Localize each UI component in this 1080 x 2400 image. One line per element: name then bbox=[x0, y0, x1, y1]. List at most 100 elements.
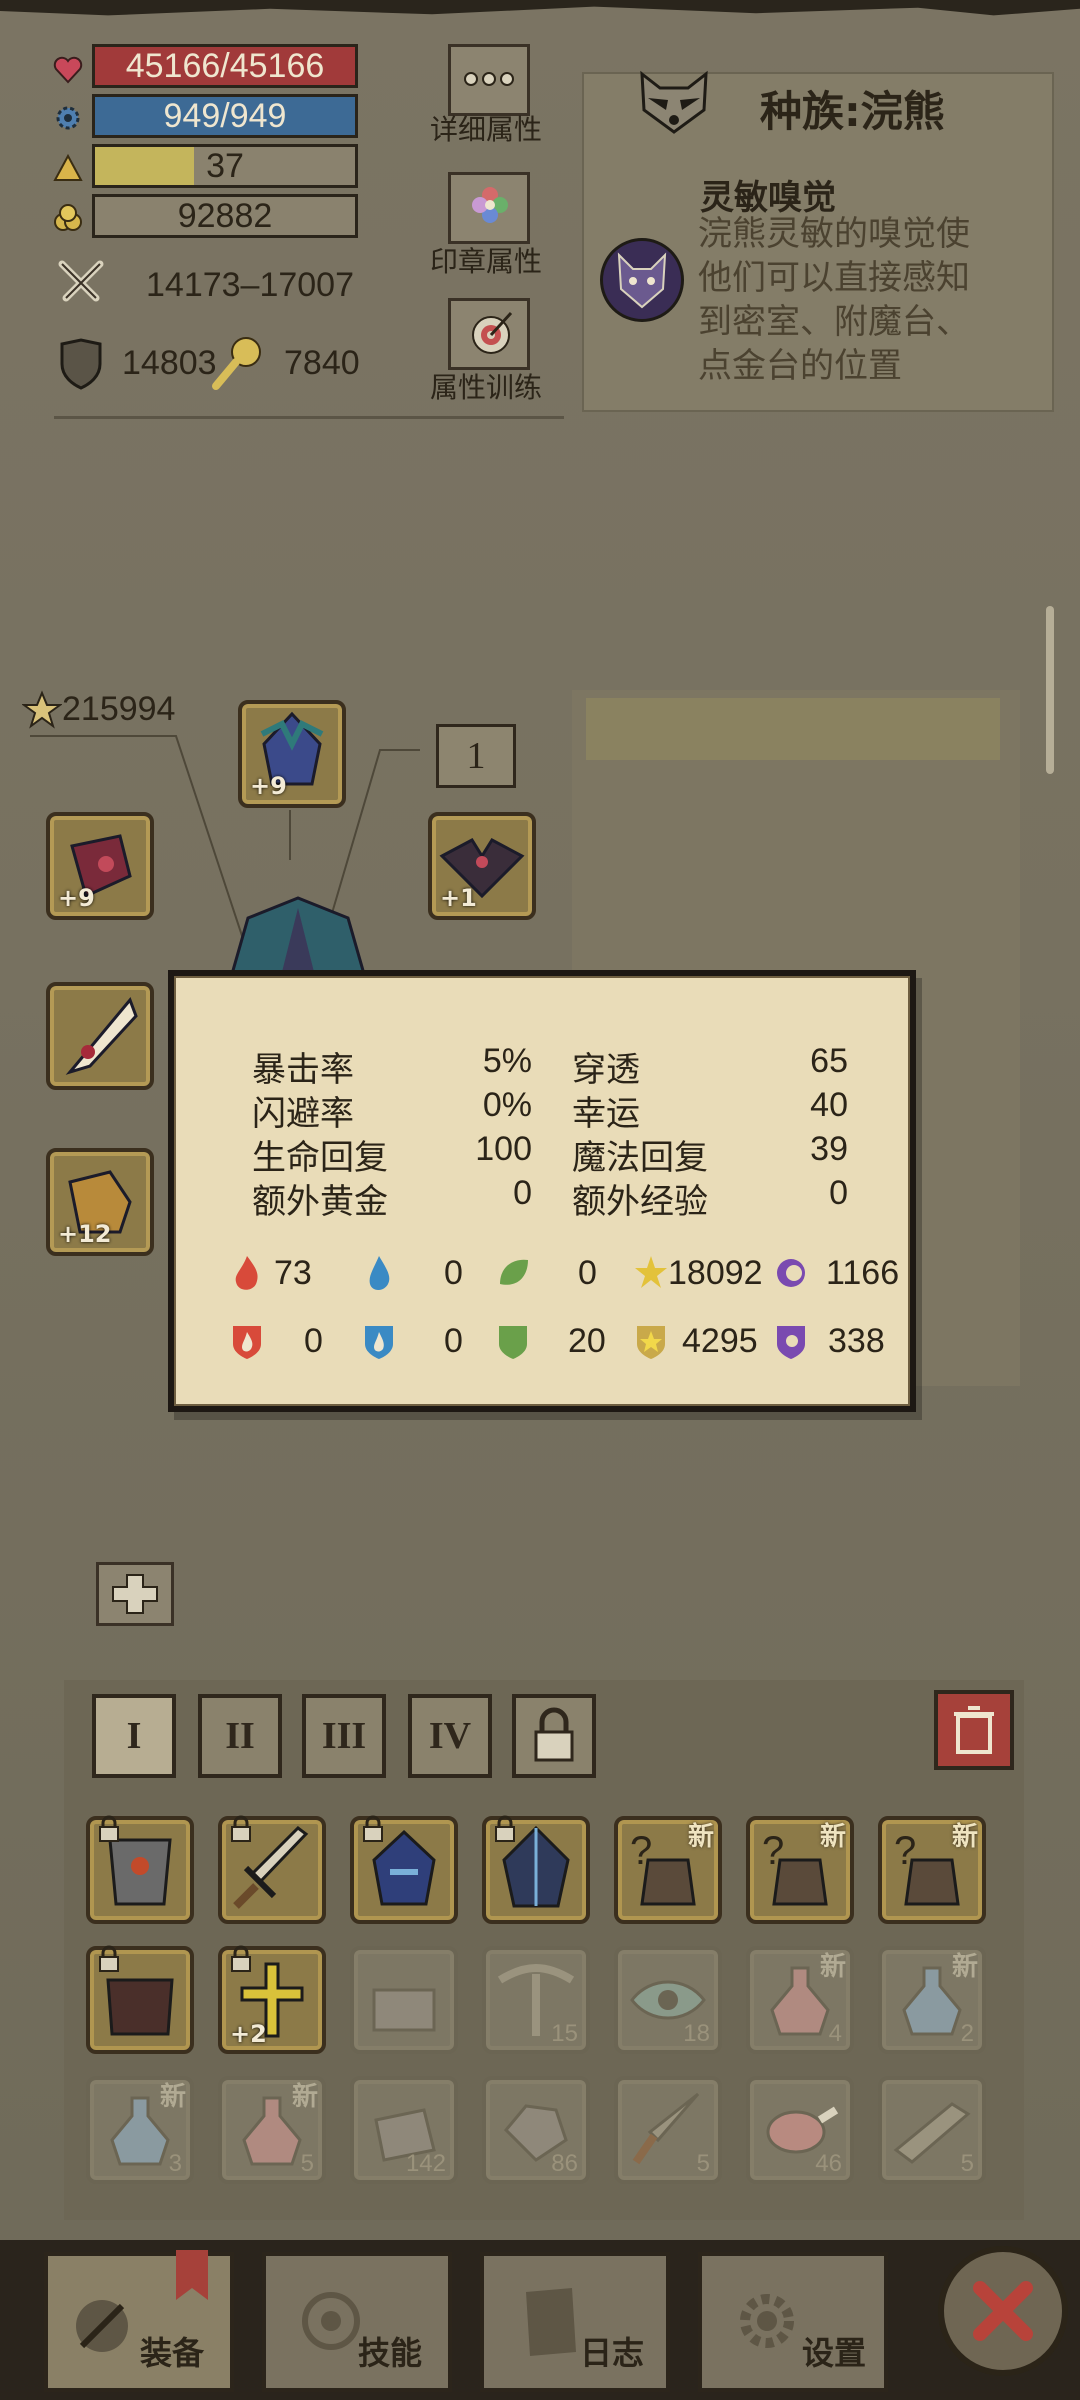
gold-bar: 92882 bbox=[92, 194, 358, 238]
light-attack-icon bbox=[635, 1256, 667, 1288]
new-badge: 新 bbox=[819, 1952, 846, 1982]
inventory-tab-locked[interactable] bbox=[512, 1694, 596, 1778]
inventory-item-mystery-2[interactable]: ? 新 bbox=[746, 1816, 854, 1924]
inventory-item-red-potion[interactable]: 新 4 bbox=[746, 1946, 854, 2054]
fire-resist-value: 0 bbox=[304, 1322, 323, 1360]
inventory-item-gloves[interactable] bbox=[86, 1945, 194, 2054]
helmet-enhance: +9 bbox=[250, 772, 287, 800]
inventory-item-dagger[interactable]: 5 bbox=[614, 2076, 722, 2184]
lock-icon bbox=[495, 1815, 515, 1842]
left-slot-1-enhance: +9 bbox=[58, 884, 95, 912]
raccoon-portrait-icon bbox=[617, 252, 667, 309]
inventory-item-mystery-1[interactable]: ? 新 bbox=[614, 1816, 722, 1924]
extra-gold-label: 额外黄金 bbox=[252, 1182, 388, 1222]
item-count: 5 bbox=[696, 2150, 710, 2177]
hp-regen-value: 100 bbox=[475, 1130, 532, 1168]
level-bar: 37 bbox=[92, 144, 358, 188]
attribute-training-button[interactable] bbox=[448, 298, 530, 370]
light-resist-value: 4295 bbox=[682, 1322, 758, 1360]
nav-skills-button[interactable]: 技能 bbox=[262, 2252, 452, 2392]
detail-attributes-button[interactable] bbox=[448, 44, 530, 116]
trash-icon bbox=[954, 1706, 994, 1754]
inventory-tab-1[interactable]: I bbox=[92, 1694, 176, 1778]
item-count: 46 bbox=[815, 2150, 842, 2177]
scroll-log-icon bbox=[526, 2288, 576, 2356]
inventory-item-blue-potion-2[interactable]: 新 3 bbox=[86, 2076, 194, 2184]
water-attack-icon bbox=[369, 1256, 390, 1290]
nav-settings-button[interactable]: 设置 bbox=[698, 2252, 888, 2392]
luck-label: 幸运 bbox=[572, 1094, 640, 1134]
dark-attack-icon bbox=[777, 1259, 805, 1287]
inventory-item-stone[interactable]: 142 bbox=[350, 2076, 458, 2184]
hp-value: 45166/45166 bbox=[125, 47, 325, 85]
lock-icon bbox=[231, 1815, 251, 1842]
amulet-enhance: +2 bbox=[230, 2020, 267, 2048]
svg-text:?: ? bbox=[762, 1829, 784, 1873]
nav-log-button[interactable]: 日志 bbox=[480, 2252, 670, 2392]
left-slot-1[interactable]: +9 bbox=[46, 812, 154, 920]
add-gem-button[interactable] bbox=[96, 1562, 174, 1626]
nature-resist-icon bbox=[499, 1326, 527, 1359]
level-value: 37 bbox=[206, 147, 244, 185]
new-badge: 新 bbox=[291, 2082, 318, 2112]
close-button[interactable] bbox=[938, 2246, 1068, 2376]
seal-attributes-label: 印章属性 bbox=[429, 245, 542, 278]
nature-attack-value: 0 bbox=[578, 1254, 597, 1292]
nav-log-label: 日志 bbox=[580, 2334, 645, 2372]
inventory-item-helmet-crystal[interactable] bbox=[482, 1815, 590, 1924]
item-count: 5 bbox=[960, 2150, 974, 2177]
lock-icon bbox=[534, 1707, 574, 1762]
inventory-item-armor[interactable] bbox=[86, 1815, 194, 1924]
nav-equip-label: 装备 bbox=[140, 2334, 205, 2372]
race-title: 种族:浣熊 bbox=[760, 87, 945, 136]
new-badge: 新 bbox=[951, 1952, 978, 1982]
attribute-training-label: 属性训练 bbox=[429, 371, 542, 404]
nav-equip-button[interactable]: 装备 bbox=[44, 2250, 234, 2392]
game-screen: 45166/45166 949/949 37 92882 14173–17007… bbox=[0, 0, 1080, 2400]
right-slot-1[interactable]: +1 bbox=[428, 812, 536, 920]
luck-value: 7840 bbox=[284, 344, 360, 382]
detail-attributes-label: 详细属性 bbox=[429, 113, 542, 146]
discard-button[interactable] bbox=[934, 1690, 1014, 1770]
skill-emblem-icon bbox=[302, 2292, 360, 2350]
attack-range: 14173–17007 bbox=[146, 266, 355, 304]
left-slot-2[interactable] bbox=[46, 982, 154, 1090]
inventory-item-mystery-3[interactable]: ? 新 bbox=[878, 1816, 986, 1924]
svg-text:?: ? bbox=[630, 1829, 652, 1873]
helmet-slot[interactable]: +9 bbox=[238, 700, 346, 808]
inventory-item-chest[interactable] bbox=[350, 1946, 458, 2054]
lock-icon bbox=[363, 1815, 383, 1842]
mp-regen-value: 39 bbox=[810, 1130, 848, 1168]
scrollbar[interactable] bbox=[1046, 606, 1054, 774]
inventory-item-ore[interactable]: 86 bbox=[482, 2076, 590, 2184]
light-attack-value: 18092 bbox=[668, 1254, 763, 1292]
dodge-label: 闪避率 bbox=[252, 1094, 354, 1134]
inventory-item-meat[interactable]: 46 bbox=[746, 2076, 854, 2184]
dark-attack-value: 1166 bbox=[826, 1254, 900, 1292]
inventory-item-blue-potion[interactable]: 新 2 bbox=[878, 1946, 986, 2054]
inventory-item-fish[interactable]: 5 bbox=[878, 2076, 986, 2184]
inspect-panel-header bbox=[586, 698, 1000, 760]
dodge-value: 0% bbox=[482, 1086, 532, 1124]
lock-icon bbox=[99, 1815, 119, 1842]
inventory-item-cross-amulet[interactable]: +2 bbox=[218, 1945, 326, 2054]
new-badge: 新 bbox=[951, 1822, 978, 1852]
seal-attributes-button[interactable] bbox=[448, 172, 530, 244]
more-dots-icon bbox=[464, 72, 514, 86]
cross-plus-icon bbox=[112, 1574, 158, 1614]
inventory-item-eye[interactable]: 18 bbox=[614, 1946, 722, 2054]
svg-text:?: ? bbox=[894, 1829, 916, 1873]
inventory-item-red-potion-2[interactable]: 新 5 bbox=[218, 2076, 326, 2184]
page-count-badge[interactable]: 1 bbox=[436, 724, 516, 788]
inventory-item-pickaxe[interactable]: 15 bbox=[482, 1946, 590, 2054]
inventory-tab-3[interactable]: III bbox=[302, 1694, 386, 1778]
gear-icon bbox=[740, 2294, 794, 2348]
inventory-item-helmet-blue[interactable] bbox=[350, 1815, 458, 1924]
left-slot-3[interactable]: +12 bbox=[46, 1148, 154, 1256]
new-badge: 新 bbox=[159, 2082, 186, 2112]
inventory-tab-2[interactable]: II bbox=[198, 1694, 282, 1778]
skill-description: 浣熊灵敏的嗅觉使他们可以直接感知到密室、附魔台、点金台的位置 bbox=[698, 214, 970, 386]
inventory-tab-4[interactable]: IV bbox=[408, 1694, 492, 1778]
water-resist-icon bbox=[365, 1326, 393, 1359]
inventory-item-sword[interactable] bbox=[218, 1815, 326, 1924]
